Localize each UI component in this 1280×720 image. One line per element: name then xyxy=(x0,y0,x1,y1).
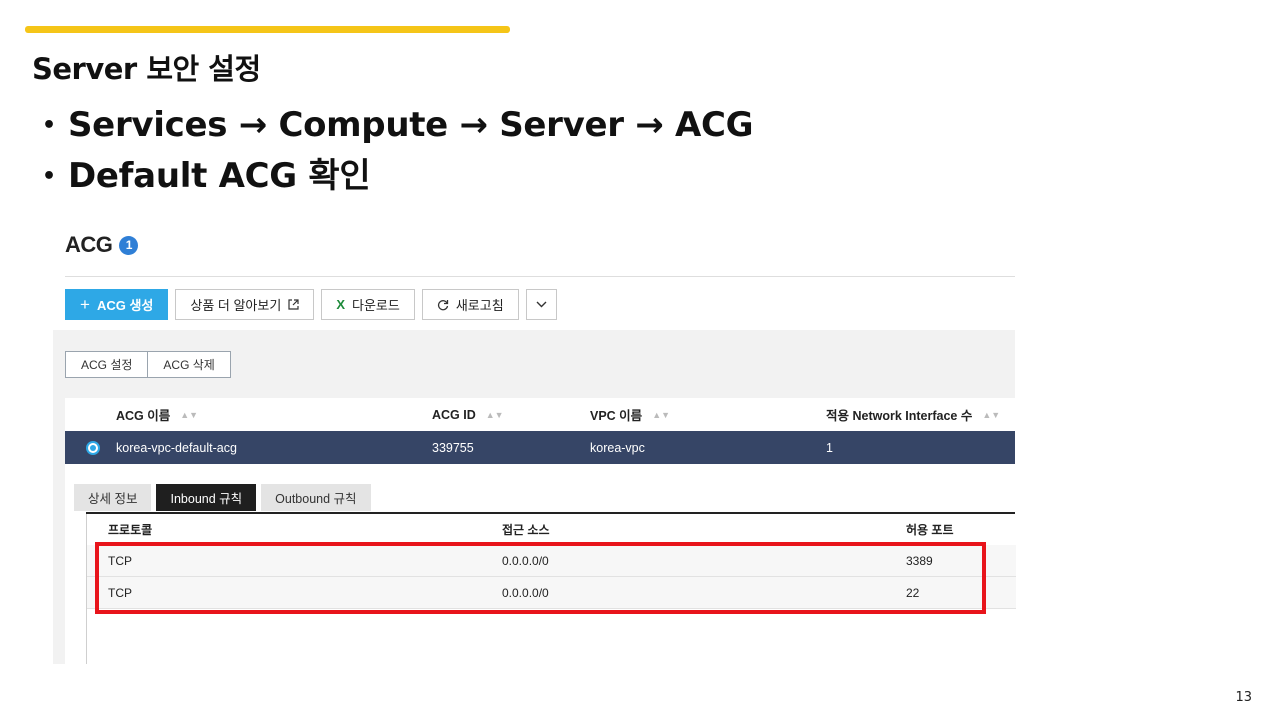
acg-action-buttons: ACG 설정 ACG 삭제 xyxy=(65,351,231,378)
external-link-icon xyxy=(288,299,299,310)
column-label: ACG ID xyxy=(432,407,476,422)
sort-icon: ▲▼ xyxy=(652,409,671,420)
tab-outbound-rules[interactable]: Outbound 규칙 xyxy=(261,484,371,511)
more-dropdown-button[interactable] xyxy=(525,289,557,320)
column-header-vpc-name[interactable]: VPC 이름 ▲▼ xyxy=(590,405,670,424)
sort-icon: ▲▼ xyxy=(982,409,1001,420)
bullet-dot: • xyxy=(42,164,56,189)
console-title-text: ACG xyxy=(65,232,113,257)
acg-delete-button[interactable]: ACG 삭제 xyxy=(148,351,231,378)
rules-highlight-box xyxy=(95,542,986,614)
bullet-dot: • xyxy=(42,113,56,138)
cell-acg-name: korea-vpc-default-acg xyxy=(116,440,237,455)
page-number: 13 xyxy=(1235,690,1252,705)
cell-nic-count: 1 xyxy=(826,440,833,455)
column-header-protocol: 프로토콜 xyxy=(108,523,153,537)
title-divider xyxy=(65,276,1015,277)
column-header-acg-id[interactable]: ACG ID ▲▼ xyxy=(432,408,504,422)
column-header-acg-name[interactable]: ACG 이름 ▲▼ xyxy=(116,405,198,424)
count-badge: 1 xyxy=(119,235,139,255)
acg-settings-button[interactable]: ACG 설정 xyxy=(65,351,149,378)
console-title: ACG 1 xyxy=(65,232,139,258)
bullet-item: • Services → Compute → Server → ACG xyxy=(42,100,754,151)
bullet-item: • Default ACG 확인 xyxy=(42,151,753,202)
column-header-source: 접근 소스 xyxy=(502,523,550,537)
column-header-port: 허용 포트 xyxy=(906,523,954,537)
cell-vpc-name: korea-vpc xyxy=(590,440,645,455)
slide-title: Server 보안 설정 xyxy=(32,52,261,86)
bullet-text: Default ACG 확인 xyxy=(68,156,371,196)
bullet-text: Services → Compute → Server → ACG xyxy=(68,105,754,145)
excel-icon: X xyxy=(336,297,345,312)
chevron-down-icon xyxy=(536,301,547,308)
download-label: 다운로드 xyxy=(351,298,400,313)
create-acg-button[interactable]: + ACG 생성 xyxy=(65,289,169,320)
table-row[interactable]: korea-vpc-default-acg 339755 korea-vpc 1 xyxy=(65,431,1015,464)
detail-tabs: 상세 정보 Inbound 규칙 Outbound 규칙 xyxy=(74,484,371,511)
create-acg-label: ACG 생성 xyxy=(96,298,154,313)
bullet-list: • Services → Compute → Server → ACG • Defa… xyxy=(42,100,754,202)
sort-icon: ▲▼ xyxy=(180,409,199,420)
column-label: 적용 Network Interface 수 xyxy=(826,409,973,423)
tab-details[interactable]: 상세 정보 xyxy=(74,484,152,511)
refresh-button[interactable]: 새로고침 xyxy=(421,289,519,320)
refresh-label: 새로고침 xyxy=(455,298,504,313)
column-label: ACG 이름 xyxy=(116,409,171,423)
title-accent-bar xyxy=(25,26,510,33)
learn-more-label: 상품 더 알아보기 xyxy=(190,298,282,313)
grid-header: ACG 이름 ▲▼ ACG ID ▲▼ VPC 이름 ▲▼ 적용 Network In… xyxy=(65,398,1015,431)
download-button[interactable]: X 다운로드 xyxy=(321,289,415,320)
row-select-radio[interactable] xyxy=(86,441,100,455)
sort-icon: ▲▼ xyxy=(485,409,504,420)
column-label: VPC 이름 xyxy=(590,409,643,423)
learn-more-button[interactable]: 상품 더 알아보기 xyxy=(175,289,315,320)
cell-acg-id: 339755 xyxy=(432,440,474,455)
tab-inbound-rules[interactable]: Inbound 규칙 xyxy=(156,484,257,511)
console-toolbar: + ACG 생성 상품 더 알아보기 X 다운로드 새로고침 xyxy=(65,289,557,320)
rules-header: 프로토콜 접근 소스 허용 포트 xyxy=(87,514,1016,545)
plus-icon: + xyxy=(80,294,90,314)
column-header-nic-count[interactable]: 적용 Network Interface 수 ▲▼ xyxy=(826,405,1000,424)
refresh-icon xyxy=(437,299,448,310)
